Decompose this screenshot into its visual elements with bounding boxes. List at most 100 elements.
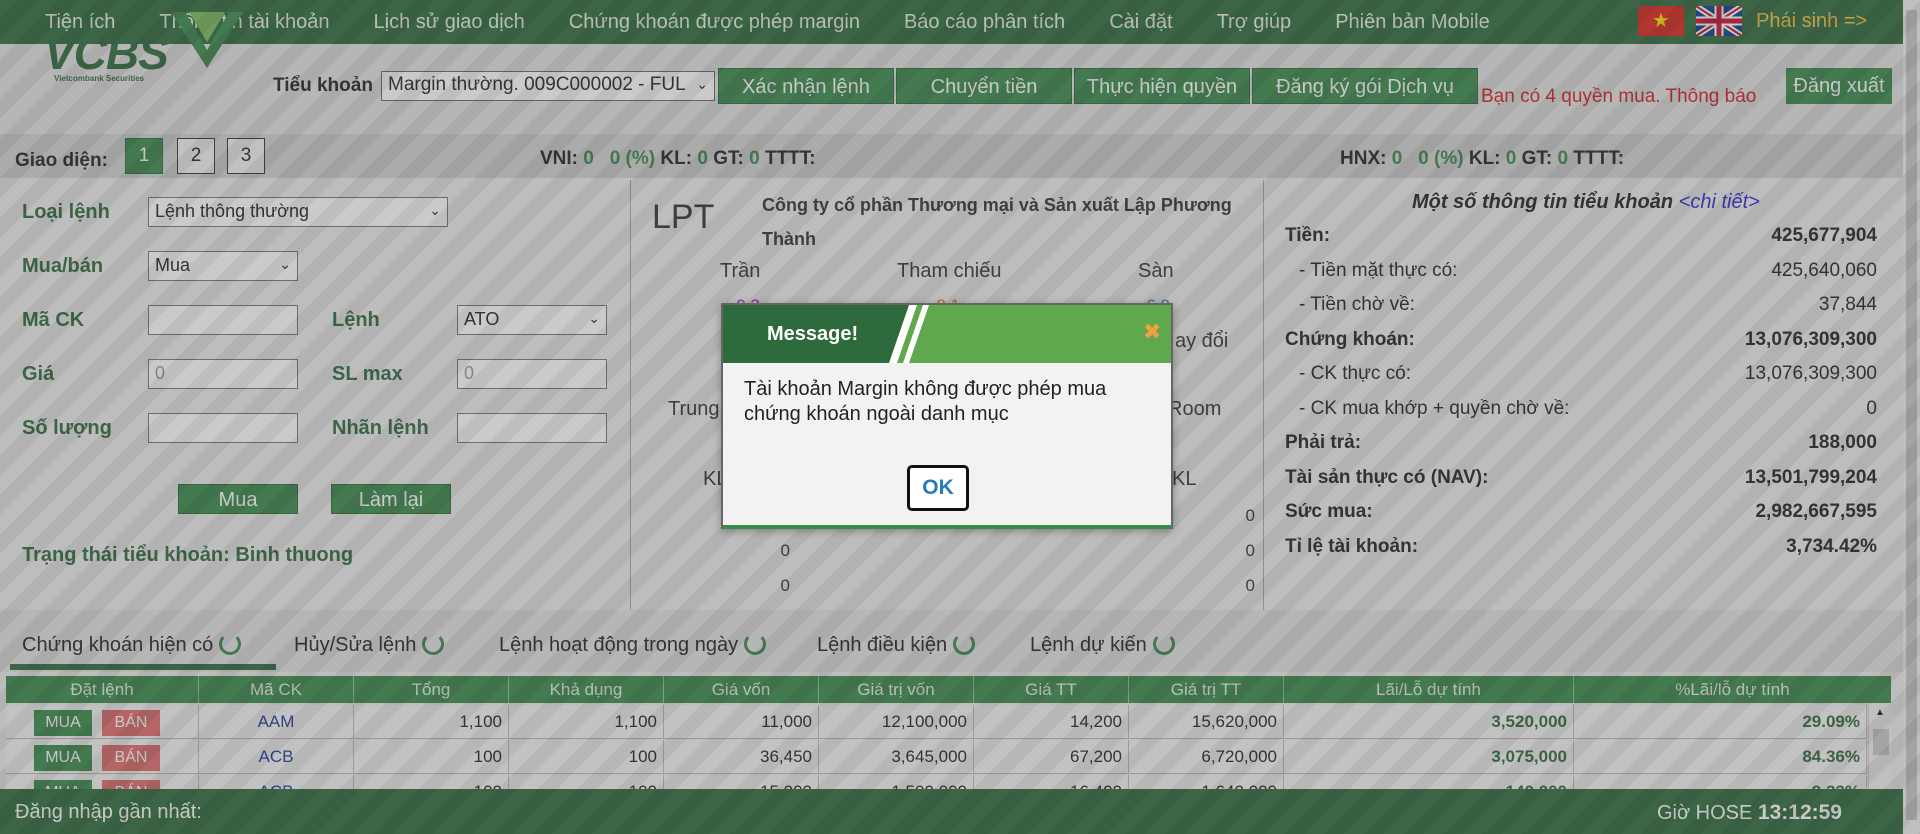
scrollbar-thumb[interactable]: [1873, 729, 1889, 755]
detail-link[interactable]: <chi tiết>: [1679, 191, 1760, 213]
loai-lenh-label: Loại lệnh: [22, 201, 110, 223]
holdings-table-header: Đặt lệnh Mã CK Tổng Khả dụng Giá vốn Giá…: [6, 676, 1891, 703]
nav-item-tro-giup[interactable]: Trợ giúp: [1195, 11, 1314, 34]
logo-subtitle: Vietcombank Securities: [54, 74, 145, 83]
mua-button[interactable]: Mua: [178, 484, 298, 514]
ok-button[interactable]: OK: [907, 465, 969, 511]
layout-bar: Giao diện:: [0, 134, 1920, 178]
account-status: Trạng thái tiểu khoản: Binh thuong: [22, 544, 354, 566]
ma-ck-label: Mã CK: [22, 309, 85, 331]
so-luong-input[interactable]: [148, 413, 298, 443]
sl-max-label: SL max: [332, 363, 403, 385]
cell-ma-ck[interactable]: ACB: [199, 740, 354, 773]
layout-option-2[interactable]: 2: [177, 138, 215, 174]
cell-tong: 1,100: [354, 705, 509, 738]
gia-input[interactable]: 0: [148, 359, 298, 389]
info-row-ti-le: Tỉ lệ tài khoản: 3,734.42%: [1285, 536, 1877, 557]
sell-button[interactable]: BÁN: [102, 710, 160, 736]
buy-button[interactable]: MUA: [34, 710, 92, 736]
tab-lenh-du-kien[interactable]: Lệnh dự kiến: [1030, 632, 1175, 657]
page-scrollbar[interactable]: [1903, 0, 1920, 834]
chevron-down-icon: ⌄: [279, 256, 291, 272]
cell-gia-von: 11,000: [664, 705, 819, 738]
order-buttons: MUA BÁN: [6, 705, 199, 738]
phai-sinh-link[interactable]: Phái sinh =>: [1756, 10, 1867, 33]
header-decoration: [883, 305, 929, 363]
lam-lai-button[interactable]: Làm lại: [331, 484, 451, 514]
nav-item-bao-cao[interactable]: Báo cáo phân tích: [882, 11, 1087, 34]
cell-gia-tt: 14,200: [974, 705, 1129, 738]
lenh-label: Lệnh: [332, 309, 380, 331]
info-row-chung-khoan: Chứng khoán: 13,076,309,300: [1285, 329, 1877, 350]
nhan-lenh-input[interactable]: [457, 413, 607, 443]
cell-gia-tri-von: 3,645,000: [819, 740, 974, 773]
thuc-hien-quyen-button[interactable]: Thực hiện quyền: [1074, 68, 1250, 104]
chuyen-tien-button[interactable]: Chuyển tiền: [896, 68, 1072, 104]
xac-nhan-lenh-button[interactable]: Xác nhận lệnh: [718, 68, 894, 104]
cell-pct-lai-lo: 29.09%: [1574, 705, 1867, 738]
nhan-lenh-label: Nhãn lệnh: [332, 417, 429, 439]
top-nav: Tiện ích Thông tin tài khoản Lịch sử gia…: [0, 0, 1920, 44]
nav-item-lich-su-giao-dich[interactable]: Lịch sử giao dịch: [352, 11, 547, 34]
table-row: MUA BÁN AAM 1,100 1,100 11,000 12,100,000…: [6, 705, 1867, 739]
buy-button[interactable]: MUA: [34, 745, 92, 771]
info-row-tien-cho-ve: - Tiền chờ về: 37,844: [1299, 294, 1877, 315]
tab-huy-sua-lenh[interactable]: Hủy/Sửa lệnh: [294, 632, 445, 657]
close-icon[interactable]: ✖: [1143, 319, 1161, 345]
layout-option-1[interactable]: 1: [125, 138, 163, 174]
divider: [630, 180, 631, 610]
mua-ban-select[interactable]: Mua ⌄: [148, 251, 298, 281]
notice-link[interactable]: Bạn có 4 quyền mua. Thông báo: [1481, 86, 1756, 108]
ma-ck-input[interactable]: [148, 305, 298, 335]
info-row-nav: Tài sản thực có (NAV): 13,501,799,204: [1285, 467, 1877, 488]
refresh-icon[interactable]: [1152, 632, 1175, 655]
nav-item-cai-dat[interactable]: Cài đặt: [1087, 11, 1194, 34]
uk-flag-icon[interactable]: [1696, 6, 1742, 36]
col-tong: Tổng: [354, 676, 509, 703]
refresh-icon[interactable]: [744, 632, 767, 655]
chevron-down-icon: ⌄: [588, 310, 600, 326]
sell-button[interactable]: BÁN: [102, 745, 160, 771]
layout-option-3[interactable]: 3: [227, 138, 265, 174]
col-kha-dung: Khả dụng: [509, 676, 664, 703]
trung-header: Trung: [668, 398, 720, 420]
volume-value: 0: [1245, 541, 1255, 560]
vni-index: VNI: 0 0 (%) KL: 0 GT: 0 TTTT:: [540, 148, 816, 169]
info-row-phai-tra: Phải trả: 188,000: [1285, 432, 1877, 453]
nav-item-ck-margin[interactable]: Chứng khoán được phép margin: [547, 11, 882, 34]
refresh-icon[interactable]: [953, 632, 976, 655]
stock-symbol: LPT: [652, 198, 715, 236]
logout-button[interactable]: Đăng xuất: [1786, 68, 1892, 104]
lenh-value: ATO: [464, 309, 500, 329]
tieu-khoan-select[interactable]: Margin thường. 009C000002 - FUL ⌄: [381, 71, 715, 101]
info-row-tien: Tiền: 425,677,904: [1285, 225, 1877, 246]
layout-label: Giao diện:: [15, 150, 108, 171]
tieu-khoan-value: Margin thường. 009C000002 - FUL: [388, 74, 686, 95]
refresh-icon[interactable]: [422, 632, 445, 655]
cell-gia-tri-tt: 15,620,000: [1129, 705, 1284, 738]
tab-lenh-dieu-kien[interactable]: Lệnh điều kiện: [817, 632, 976, 657]
table-row: MUA BÁN ACB 100 100 36,450 3,645,000 67,2…: [6, 740, 1867, 774]
loai-lenh-select[interactable]: Lệnh thông thường ⌄: [148, 197, 448, 227]
cell-ma-ck[interactable]: AAM: [199, 705, 354, 738]
table-scrollbar[interactable]: ▲: [1868, 705, 1892, 789]
cell-gia-tri-tt: 6,720,000: [1129, 740, 1284, 773]
company-name: Công ty cổ phần Thương mại và Sản xuất L…: [762, 195, 1232, 249]
refresh-icon[interactable]: [219, 632, 242, 655]
tab-lenh-hoat-dong[interactable]: Lệnh hoạt động trong ngày: [499, 632, 767, 657]
cell-lai-lo: 3,520,000: [1284, 705, 1574, 738]
san-header: Sàn: [1138, 260, 1174, 282]
dang-ky-goi-dich-vu-button[interactable]: Đăng ký gói Dịch vụ: [1252, 68, 1478, 104]
scroll-up-icon[interactable]: ▲: [1875, 707, 1885, 718]
col-gia-tri-tt: Giá trị TT: [1129, 676, 1284, 703]
tab-chung-khoan-hien-co[interactable]: Chứng khoán hiện có: [22, 632, 242, 657]
info-row-ck-mua-khop: - CK mua khớp + quyền chờ về: 0: [1299, 398, 1877, 419]
gia-label: Giá: [22, 363, 55, 385]
cell-gia-tt: 67,200: [974, 740, 1129, 773]
tham-chieu-header: Tham chiếu: [897, 260, 1002, 282]
nav-item-mobile[interactable]: Phiên bản Mobile: [1313, 11, 1512, 34]
scrollbar-thumb[interactable]: [1906, 10, 1917, 820]
vietnam-flag-icon[interactable]: ★: [1638, 6, 1684, 36]
sl-max-input[interactable]: 0: [457, 359, 607, 389]
lenh-select[interactable]: ATO ⌄: [457, 305, 607, 335]
